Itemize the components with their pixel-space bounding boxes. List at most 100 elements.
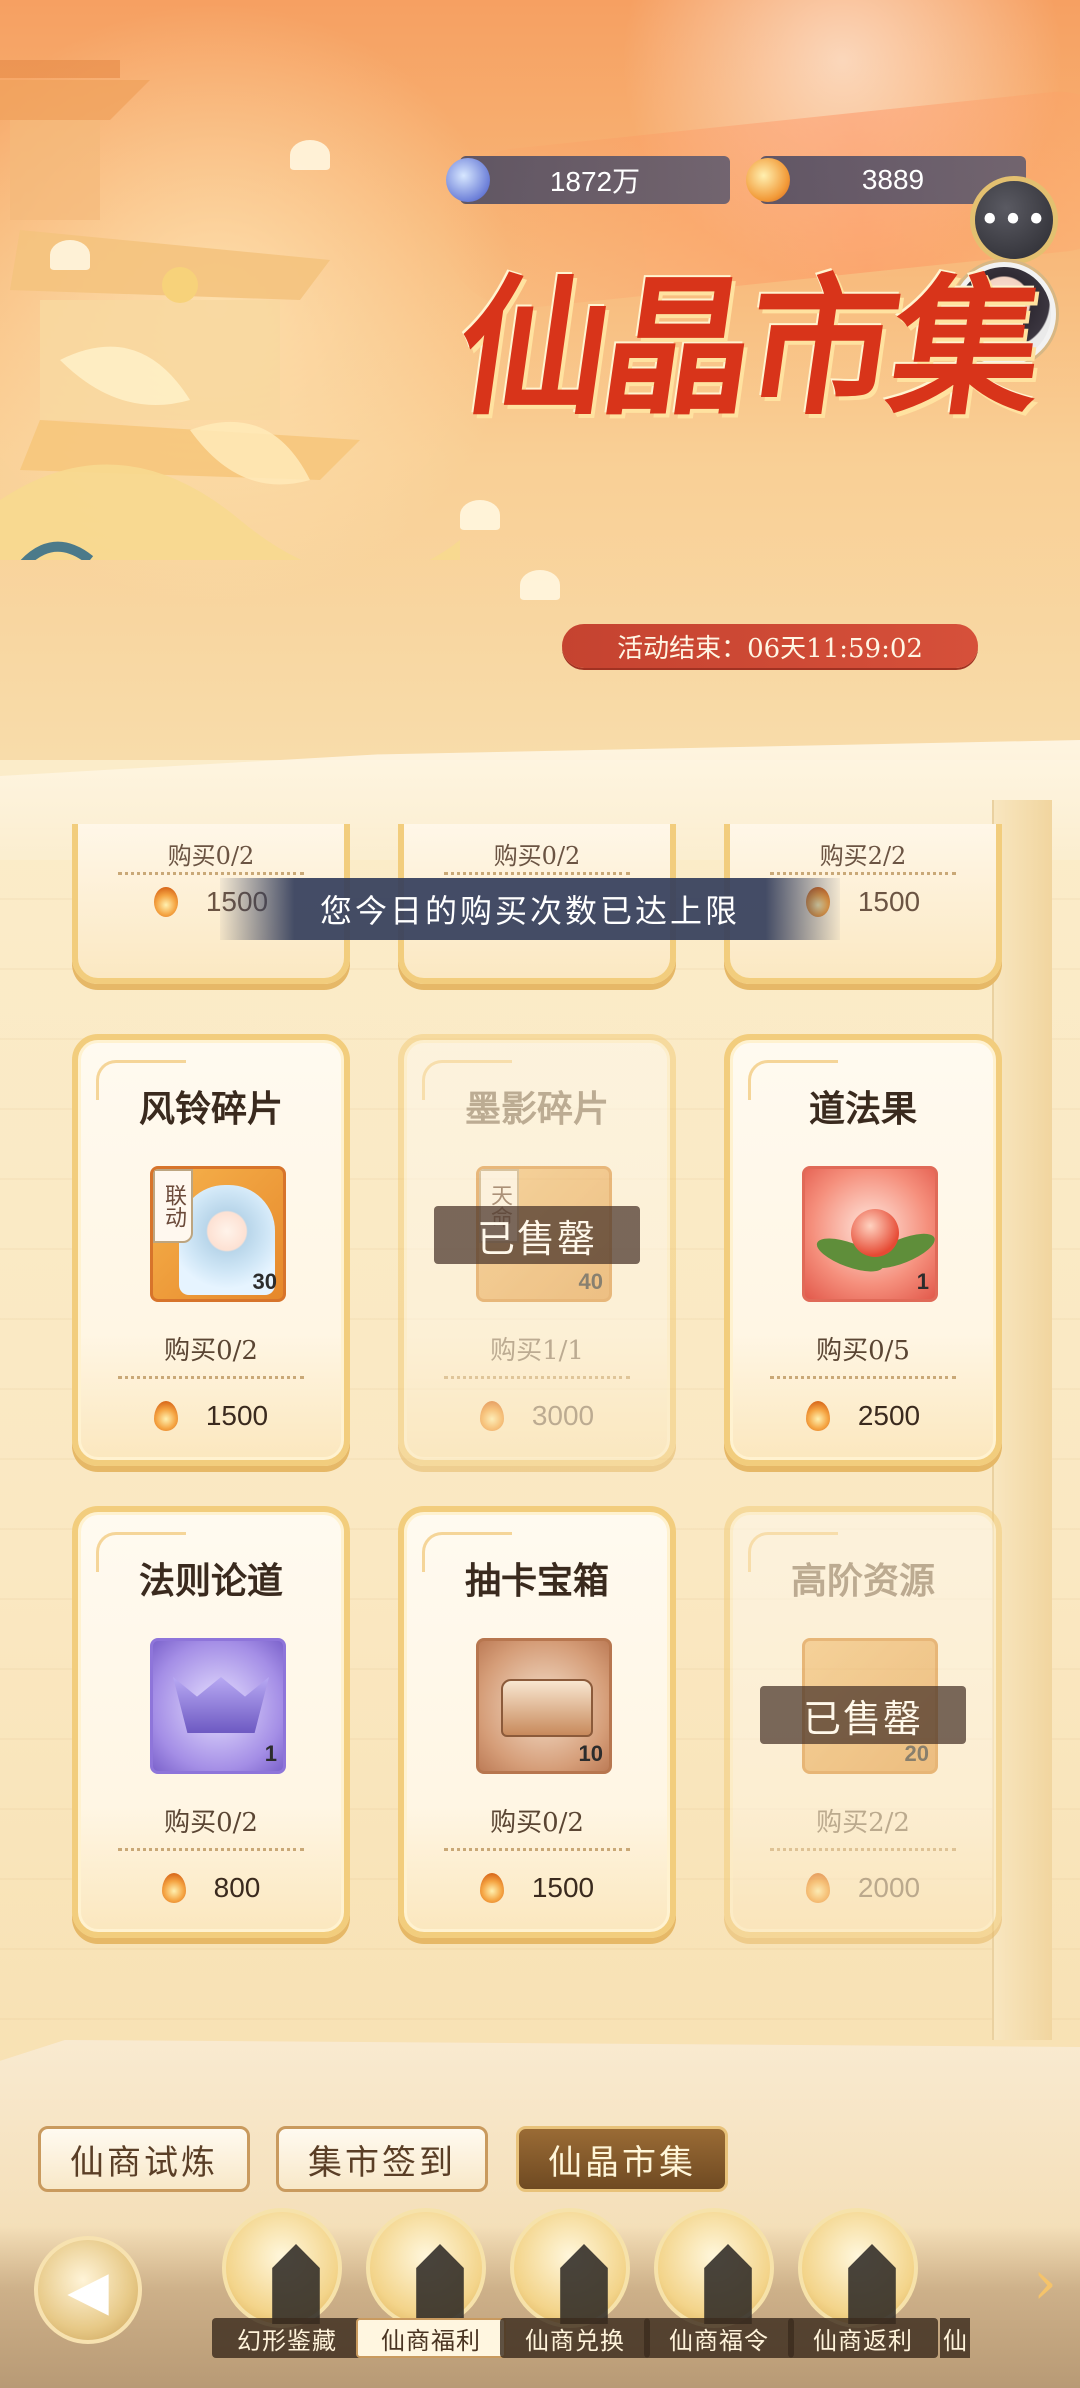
nav-label: 仙商福令 (644, 2318, 794, 2358)
item-icon: 10 (476, 1638, 612, 1774)
price-value: 2000 (857, 1872, 921, 1903)
tab-market[interactable]: 仙晶市集 (516, 2126, 728, 2192)
purchase-limit: 购买2/2 (819, 842, 907, 870)
flame-currency-icon (153, 887, 178, 917)
collection-icon (222, 2208, 342, 2328)
item-icon: 1 (802, 1166, 938, 1302)
item-name: 道法果 (808, 1088, 917, 1130)
nav-item-exchange[interactable]: 仙商兑换 (500, 2196, 650, 2386)
tab-checkin[interactable]: 集市签到 (276, 2126, 488, 2192)
price: 1500 (78, 1400, 344, 1432)
divider (770, 1376, 956, 1379)
butterfly-decoration (460, 500, 500, 530)
divider (118, 1376, 304, 1379)
item-name: 高阶资源 (790, 1560, 935, 1602)
shop-item-card[interactable]: 抽卡宝箱 10 购买0/2 1500 (398, 1506, 676, 1938)
event-timer: 活动结束：06天11:59:02 (562, 624, 978, 668)
divider (444, 1376, 630, 1379)
flame-currency-icon (479, 1401, 504, 1431)
dragon-glyph-icon (272, 2244, 320, 2324)
purchase-limit-toast: 您今日的购买次数已达上限 (220, 878, 840, 940)
item-icon: 1 (150, 1638, 286, 1774)
price-value: 3000 (531, 1400, 595, 1431)
nav-label: 仙商返利 (788, 2318, 938, 2358)
purchase-limit: 购买0/2 (167, 842, 255, 870)
coin-glyph-icon (848, 2244, 896, 2324)
price-value: 800 (213, 1872, 261, 1903)
shop-glyph-icon (560, 2244, 608, 2324)
tab-trial[interactable]: 仙商试炼 (38, 2126, 250, 2192)
flame-currency-icon (479, 1873, 504, 1903)
nav-item-collection[interactable]: 幻形鉴藏 (212, 2196, 362, 2386)
peach-icon (851, 1209, 899, 1257)
flame-currency-icon (805, 1873, 830, 1903)
shop-item-card[interactable]: 法则论道 1 购买0/2 800 (72, 1506, 350, 1938)
flame-currency-icon (805, 1401, 830, 1431)
butterfly-decoration (50, 240, 90, 270)
purchase-limit: 购买0/2 (493, 842, 581, 870)
nav-item-rebate[interactable]: 仙商返利 (788, 2196, 938, 2386)
crown-icon (173, 1677, 269, 1733)
price: 2000 (730, 1872, 996, 1904)
price-value: 1500 (857, 886, 921, 917)
divider (770, 1848, 956, 1851)
flame-currency-icon (161, 1873, 186, 1903)
purchase-limit: 购买0/2 (164, 1336, 258, 1366)
back-button[interactable]: ◀ (34, 2236, 142, 2344)
item-quantity: 20 (904, 1741, 929, 1766)
item-name: 墨影碎片 (464, 1088, 609, 1130)
item-name: 风铃碎片 (138, 1088, 283, 1130)
item-icon: 联动 30 (150, 1166, 286, 1302)
token-icon (654, 2208, 774, 2328)
nav-item-more[interactable]: 仙 (940, 2318, 970, 2358)
item-name: 抽卡宝箱 (464, 1560, 609, 1602)
price: 2500 (730, 1400, 996, 1432)
next-arrow-icon[interactable]: › (1020, 2248, 1070, 2318)
welfare-icon (366, 2208, 486, 2328)
purchase-limit: 购买0/2 (164, 1808, 258, 1838)
beast-glyph-icon (704, 2244, 752, 2324)
item-quantity: 40 (578, 1269, 603, 1294)
currency-flame-value: 3889 (861, 164, 925, 195)
rebate-icon (798, 2208, 918, 2328)
pagoda-illustration (0, 60, 460, 560)
item-quantity: 1 (264, 1741, 277, 1766)
flame-currency-icon (153, 1401, 178, 1431)
butterfly-decoration (520, 570, 560, 600)
price: 3000 (404, 1400, 670, 1432)
chat-icon: ••• (979, 199, 1049, 241)
purchase-limit: 购买0/2 (490, 1808, 584, 1838)
divider (118, 1848, 304, 1851)
purchase-limit: 购买2/2 (816, 1808, 910, 1838)
tab-bar: 仙商试炼 集市签到 仙晶市集 (0, 2126, 1080, 2196)
nav-item-welfare[interactable]: 仙商福利 (356, 2196, 506, 2386)
sold-out-badge: 已售罄 (434, 1206, 640, 1264)
item-quantity: 30 (252, 1269, 277, 1294)
treasure-chest-icon (501, 1679, 593, 1737)
currency-crystal[interactable]: 1872万 (446, 156, 730, 204)
flame-currency-icon (746, 158, 790, 202)
divider (444, 872, 630, 875)
shop-item-card[interactable]: 道法果 1 购买0/5 2500 (724, 1034, 1002, 1466)
price-value: 2500 (857, 1400, 921, 1431)
nav-item-token[interactable]: 仙商福令 (644, 2196, 794, 2386)
item-quantity: 10 (578, 1741, 603, 1766)
price: 1500 (404, 1872, 670, 1904)
shop-item-card[interactable]: 风铃碎片 联动 30 购买0/2 1500 (72, 1034, 350, 1466)
price: 800 (78, 1872, 344, 1904)
nav-label: 幻形鉴藏 (212, 2318, 362, 2358)
currency-crystal-value: 1872万 (549, 166, 641, 197)
nav-label: 仙商兑换 (500, 2318, 650, 2358)
exchange-icon (510, 2208, 630, 2328)
page-title: 仙晶市集 (447, 260, 1049, 436)
price-value: 1500 (205, 1400, 269, 1431)
scroll-glyph-icon (416, 2244, 464, 2324)
price-value: 1500 (531, 1872, 595, 1903)
back-arrow-icon: ◀ (67, 2258, 109, 2322)
sold-out-badge: 已售罄 (760, 1686, 966, 1744)
divider (444, 1848, 630, 1851)
divider (770, 872, 956, 875)
item-quantity: 1 (916, 1269, 929, 1294)
collab-tag: 联动 (153, 1169, 193, 1243)
chat-button[interactable]: ••• (970, 176, 1058, 264)
